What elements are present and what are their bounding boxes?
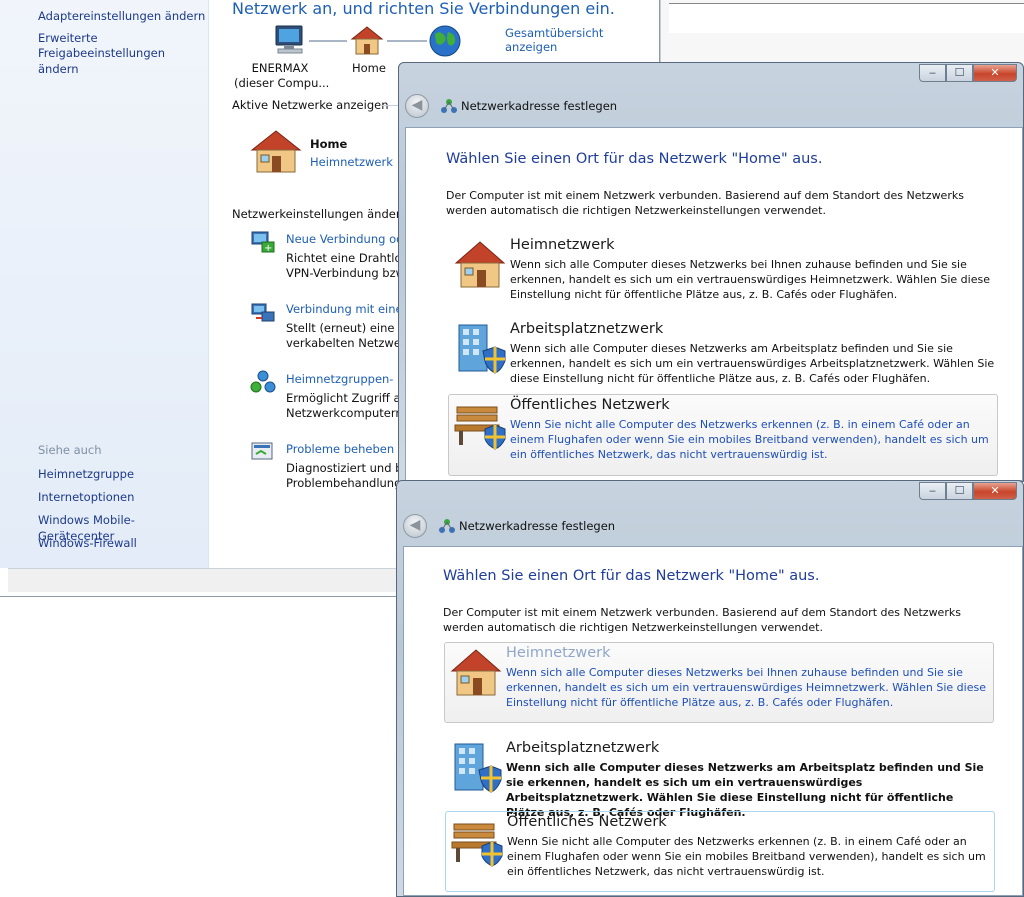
sidebar-link-internet-options[interactable]: Internetoptionen bbox=[38, 489, 134, 505]
task-homegroup-link[interactable]: Heimnetzgruppen- u bbox=[286, 372, 404, 386]
option-title: Öffentliches Netzwerk bbox=[510, 397, 670, 413]
dialog-intro: Der Computer ist mit einem Netzwerk verb… bbox=[446, 189, 964, 202]
sidebar-link-advanced[interactable]: Erweiterte bbox=[38, 30, 98, 46]
title-bar-buttons: ‒ ☐ ✕ bbox=[919, 482, 1017, 500]
option-work-network[interactable]: Arbeitsplatznetzwerk Wenn sich alle Comp… bbox=[444, 737, 994, 819]
option-description: Wenn sich alle Computer dieses Netzwerks… bbox=[510, 342, 995, 385]
option-public-network[interactable]: Öffentliches Netzwerk Wenn Sie nicht all… bbox=[445, 811, 995, 892]
option-home-network[interactable]: Heimnetzwerk Wenn sich alle Computer die… bbox=[444, 642, 994, 723]
dialog-heading: Wählen Sie einen Ort für das Netzwerk "H… bbox=[446, 151, 823, 167]
dialog-intro: Der Computer ist mit einem Netzwerk verb… bbox=[443, 606, 961, 619]
svg-text:+: + bbox=[264, 243, 272, 254]
option-title: Arbeitsplatznetzwerk bbox=[506, 740, 660, 756]
sidebar-link-homegroup[interactable]: Heimnetzgruppe bbox=[38, 466, 134, 482]
task-new-connection-link[interactable]: Neue Verbindung ode bbox=[286, 232, 411, 246]
option-description: Wenn Sie nicht alle Computer des Netzwer… bbox=[507, 835, 986, 878]
change-settings-label: Netzwerkeinstellungen ändern bbox=[232, 207, 408, 221]
task-homegroup-desc: Netzwerkcomputern z bbox=[286, 406, 413, 420]
map-network-name: Home bbox=[352, 61, 386, 75]
troubleshoot-icon bbox=[251, 442, 273, 460]
task-connect-link[interactable]: Verbindung mit einem bbox=[286, 302, 414, 316]
active-networks-label: Aktive Netzwerke anzeigen bbox=[232, 98, 389, 112]
new-connection-icon: + bbox=[251, 231, 275, 254]
dialog-content: Wählen Sie einen Ort für das Netzwerk "H… bbox=[405, 127, 1023, 481]
map-connector bbox=[309, 40, 347, 42]
active-network-name: Home bbox=[310, 137, 348, 151]
dialog-heading: Wählen Sie einen Ort für das Netzwerk "H… bbox=[443, 568, 820, 584]
page-heading: Netzwerk an, und richten Sie Verbindunge… bbox=[232, 0, 615, 18]
option-description: Wenn sich alle Computer dieses Netzwerks… bbox=[510, 258, 990, 301]
globe-icon bbox=[429, 25, 461, 57]
network-location-dialog: ‒ ☐ ✕ ◀ Netzwerkadresse festlegen Wählen… bbox=[398, 62, 1024, 482]
task-troubleshoot-desc: Diagnostiziert und be bbox=[286, 461, 410, 475]
back-button[interactable]: ◀ bbox=[405, 94, 429, 118]
minimize-button[interactable]: ‒ bbox=[919, 482, 946, 500]
network-location-dialog: ‒ ☐ ✕ ◀ Netzwerkadresse festlegen Wählen… bbox=[396, 480, 1024, 897]
minimize-button[interactable]: ‒ bbox=[919, 64, 946, 82]
full-map-link[interactable]: Gesamtübersicht anzeigen bbox=[505, 26, 659, 54]
office-building-icon bbox=[454, 743, 502, 793]
task-new-connection-desc: VPN-Verbindung bzw bbox=[286, 266, 406, 280]
dialog-nav-bar: ◀ Netzwerkadresse festlegen bbox=[405, 91, 617, 121]
option-title: Heimnetzwerk bbox=[506, 645, 611, 661]
option-work-network[interactable]: Arbeitsplatznetzwerk Wenn sich alle Comp… bbox=[448, 318, 998, 400]
sidebar-link-sharing-settings[interactable]: Freigabeeinstellungen ändern bbox=[38, 45, 208, 77]
back-button[interactable]: ◀ bbox=[403, 514, 427, 538]
active-network-type-link[interactable]: Heimnetzwerk bbox=[310, 155, 393, 169]
dialog-title: Netzwerkadresse festlegen bbox=[459, 519, 616, 533]
maximize-button[interactable]: ☐ bbox=[946, 64, 973, 82]
connect-network-icon bbox=[251, 303, 275, 322]
house-icon bbox=[454, 241, 506, 288]
computer-icon bbox=[275, 25, 303, 54]
house-icon bbox=[250, 130, 302, 173]
dialog-nav-bar: ◀ Netzwerkadresse festlegen bbox=[403, 511, 615, 541]
homegroup-icon bbox=[250, 370, 276, 393]
title-bar-buttons: ‒ ☐ ✕ bbox=[919, 64, 1017, 82]
park-bench-icon bbox=[451, 823, 503, 867]
dialog-intro: werden automatisch die richtigen Netzwer… bbox=[443, 621, 823, 634]
divider bbox=[380, 105, 400, 106]
option-home-network[interactable]: Heimnetzwerk Wenn sich alle Computer die… bbox=[448, 234, 998, 316]
see-also-heading: Siehe auch bbox=[38, 443, 102, 457]
background-window-content bbox=[669, 3, 1024, 33]
option-public-network[interactable]: Öffentliches Netzwerk Wenn Sie nicht all… bbox=[448, 394, 998, 476]
option-title: Heimnetzwerk bbox=[510, 237, 615, 253]
task-connect-desc: verkabelten Netzwerk bbox=[286, 336, 413, 350]
option-title: Arbeitsplatznetzwerk bbox=[510, 321, 664, 337]
option-description: Wenn sich alle Computer dieses Netzwerks… bbox=[506, 666, 986, 709]
close-button[interactable]: ✕ bbox=[973, 64, 1017, 82]
map-computer-sub: (dieser Compu... bbox=[234, 76, 330, 90]
task-troubleshoot-link[interactable]: Probleme beheben bbox=[286, 442, 394, 456]
dialog-title: Netzwerkadresse festlegen bbox=[461, 99, 618, 113]
network-icon bbox=[441, 99, 457, 113]
map-computer-name: ENERMAX bbox=[251, 61, 309, 75]
task-homegroup-desc: Ermöglicht Zugriff au bbox=[286, 391, 408, 405]
task-new-connection-desc: Richtet eine Drahtlos- bbox=[286, 251, 412, 265]
house-icon bbox=[450, 649, 502, 696]
background-window-fragment bbox=[660, 0, 1024, 68]
network-icon bbox=[439, 519, 455, 533]
task-troubleshoot-desc: Problembehandlung bbox=[286, 476, 402, 490]
sidebar: Adaptereinstellungen ändern Erweiterte F… bbox=[0, 0, 209, 568]
office-building-icon bbox=[458, 324, 506, 374]
maximize-button[interactable]: ☐ bbox=[946, 482, 973, 500]
sidebar-link-firewall[interactable]: Windows-Firewall bbox=[38, 535, 137, 551]
dialog-content: Wählen Sie einen Ort für das Netzwerk "H… bbox=[403, 546, 1023, 896]
option-title: Öffentliches Netzwerk bbox=[507, 814, 667, 830]
dialog-intro: werden automatisch die richtigen Netzwer… bbox=[446, 204, 826, 217]
map-connector bbox=[387, 40, 427, 42]
house-icon bbox=[350, 26, 384, 55]
sidebar-link-adapter-settings[interactable]: Adaptereinstellungen ändern bbox=[38, 8, 205, 24]
park-bench-icon bbox=[454, 406, 506, 450]
option-description: Wenn Sie nicht alle Computer des Netzwer… bbox=[510, 418, 989, 461]
close-button[interactable]: ✕ bbox=[973, 482, 1017, 500]
